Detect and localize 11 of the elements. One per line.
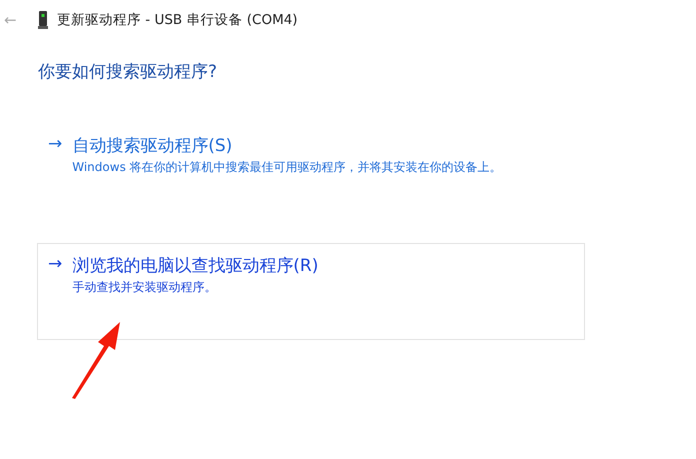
device-icon xyxy=(38,11,48,29)
option-title: 自动搜索驱动程序(S) xyxy=(72,135,234,157)
option-card[interactable]: → 自动搜索驱动程序(S) Windows 将在你的计算机中搜索最佳可用驱动程序，并将其安装在你的设备上。 xyxy=(37,123,585,189)
option-description: 手动查找并安装驱动程序。 xyxy=(72,279,218,296)
window-title: 更新驱动程序 - USB 串行设备 (COM4) xyxy=(57,11,298,29)
option-title: 浏览我的电脑以查找驱动程序(R) xyxy=(72,255,318,277)
option-card[interactable]: → 浏览我的电脑以查找驱动程序(R) 手动查找并安装驱动程序。 xyxy=(37,243,585,340)
page-heading: 你要如何搜索驱动程序? xyxy=(38,61,218,83)
option-description: Windows 将在你的计算机中搜索最佳可用驱动程序，并将其安装在你的设备上。 xyxy=(72,159,502,176)
option-arrow: → xyxy=(48,134,62,156)
option-arrow: → xyxy=(48,254,62,276)
